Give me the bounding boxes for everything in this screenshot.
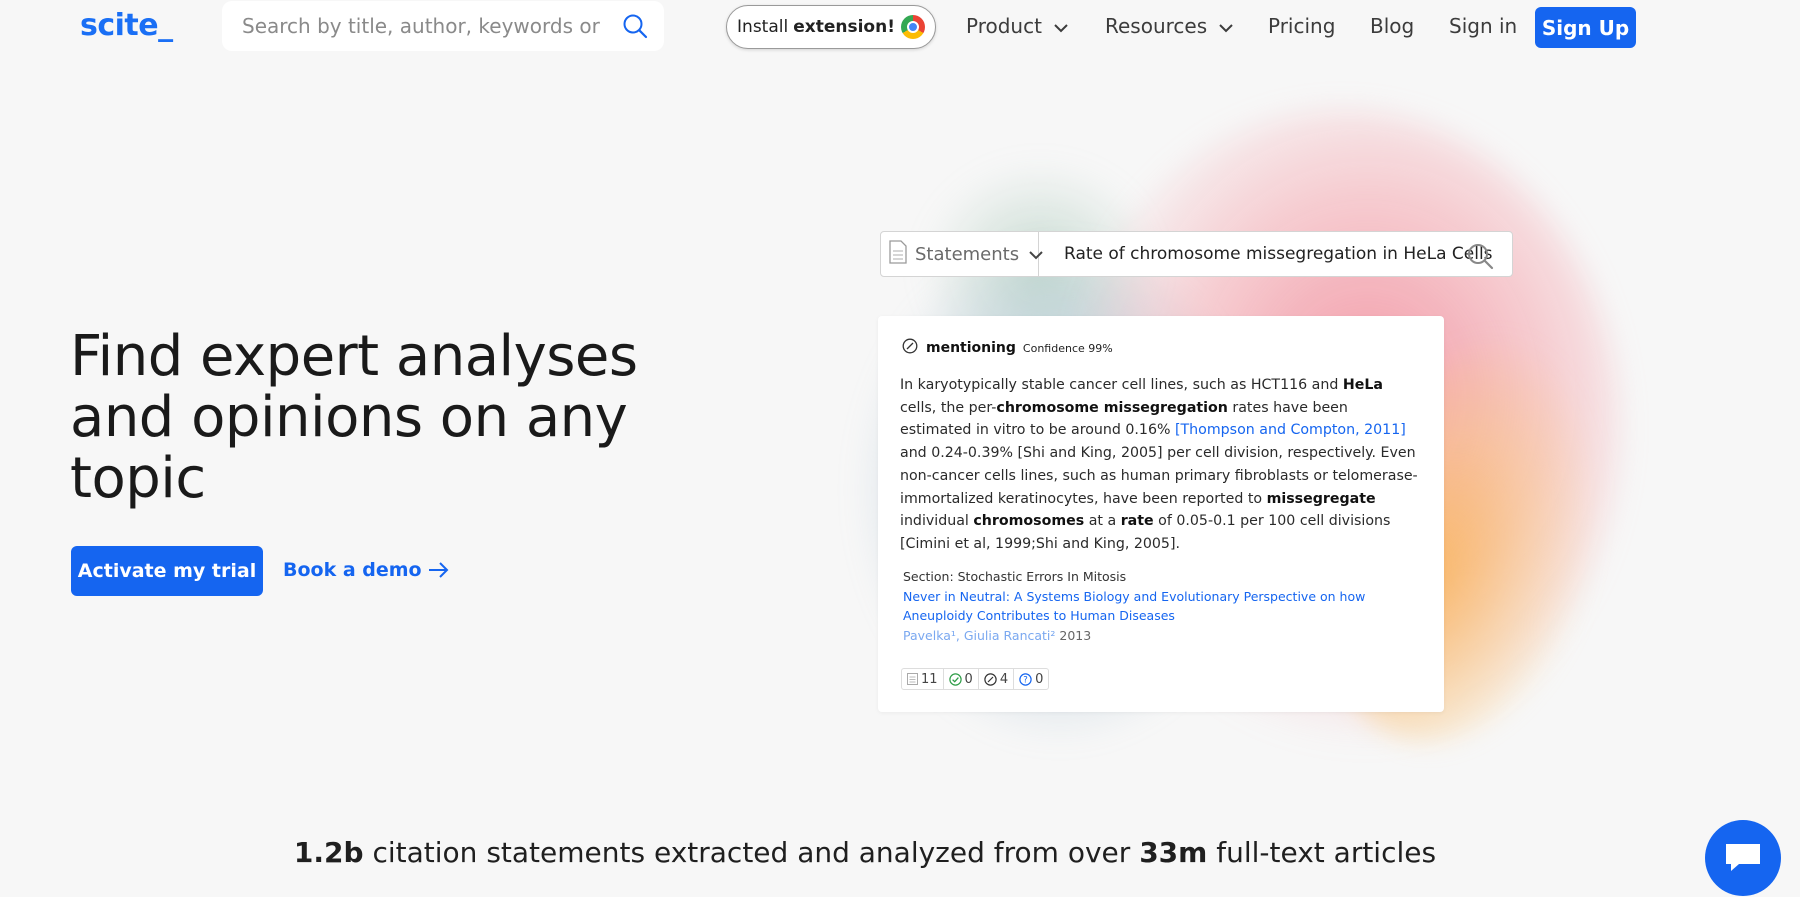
snippet-highlight: missegregate: [1266, 490, 1376, 507]
stats-text: full-text articles: [1207, 836, 1437, 869]
nav-signin-link[interactable]: Sign in: [1449, 14, 1517, 38]
stat-articles-count: 33m: [1139, 836, 1208, 869]
confidence-label: Confidence 99%: [1022, 341, 1113, 355]
snippet-highlight: chromosome missegregation: [996, 399, 1228, 416]
document-icon: [889, 239, 907, 269]
search-type-label: Statements: [915, 243, 1020, 265]
contrasting-value: 0: [1035, 671, 1044, 687]
search-icon[interactable]: [1466, 242, 1494, 274]
chat-button[interactable]: [1705, 820, 1781, 896]
install-label-bold: extension!: [793, 17, 895, 37]
snippet-text: individual: [900, 513, 974, 530]
mentioning-count[interactable]: 4: [979, 669, 1015, 689]
svg-text:?: ?: [1023, 675, 1028, 685]
chevron-down-icon: [1219, 14, 1233, 38]
mentioning-value: 4: [999, 671, 1009, 687]
arrow-right-icon: [428, 562, 449, 578]
chat-icon: [1726, 844, 1760, 871]
scite-logo[interactable]: scite_: [80, 8, 173, 43]
signup-button[interactable]: Sign Up: [1535, 7, 1636, 48]
question-circle-icon: ?: [1019, 672, 1032, 686]
nav-blog-link[interactable]: Blog: [1370, 14, 1414, 38]
check-circle-icon: [948, 672, 962, 686]
snippet-highlight: chromosomes: [973, 513, 1085, 530]
section-label: Section: Stochastic Errors In Mitosis: [903, 569, 1127, 584]
paper-authors: Pavelka¹, Giulia Rancati² 2013: [903, 628, 1091, 643]
nav-product-menu[interactable]: Product: [966, 14, 1068, 38]
chevron-down-icon: [1054, 14, 1068, 38]
stats-banner: 1.2b citation statements extracted and a…: [0, 836, 1730, 869]
paper-year: 2013: [1059, 628, 1092, 643]
book-demo-label: Book a demo: [283, 559, 422, 581]
stat-statements-count: 1.2b: [293, 836, 364, 869]
citation-statement-card: mentioning Confidence 99% In karyotypica…: [878, 316, 1444, 712]
book-demo-link[interactable]: Book a demo: [283, 559, 450, 581]
citation-tally: 11 0 4 ? 0: [901, 668, 1050, 690]
hero-title: Find expert analyses and opinions on any…: [70, 324, 638, 511]
snippet-citation-link[interactable]: [Thompson and Compton, 2011]: [1175, 422, 1406, 438]
document-icon: [907, 673, 918, 685]
activate-trial-button[interactable]: Activate my trial: [71, 546, 263, 596]
demo-search-bar[interactable]: Statements Rate of chromosome missegrega…: [880, 231, 1513, 277]
paper-title-link[interactable]: Never in Neutral: A Systems Biology and …: [903, 588, 1373, 625]
nav-search-box[interactable]: [222, 1, 664, 51]
card-header: mentioning Confidence 99%: [902, 338, 1113, 358]
search-type-select[interactable]: Statements: [881, 232, 1043, 276]
nav-resources-menu[interactable]: Resources: [1105, 14, 1233, 38]
demo-search-query[interactable]: Rate of chromosome missegregation in HeL…: [1039, 244, 1493, 264]
snippet-text: at a: [1084, 513, 1121, 530]
mentioning-icon: [902, 338, 918, 358]
publications-value: 11: [921, 671, 938, 687]
nav-resources-label: Resources: [1105, 14, 1208, 38]
snippet-text: In karyotypically stable cancer cell lin…: [900, 377, 1343, 393]
citation-snippet: In karyotypically stable cancer cell lin…: [900, 374, 1420, 556]
mentioning-icon: [984, 672, 997, 686]
nav-search-input[interactable]: [242, 14, 602, 38]
nav-product-label: Product: [966, 14, 1042, 38]
nav-pricing-link[interactable]: Pricing: [1268, 14, 1335, 38]
install-label: Install: [737, 17, 789, 37]
authors-link[interactable]: Pavelka¹, Giulia Rancati²: [903, 628, 1055, 643]
top-nav: scite_ Install extension! Product Resour…: [0, 0, 1800, 56]
install-extension-button[interactable]: Install extension!: [726, 5, 936, 49]
stats-text: citation statements extracted and analyz…: [363, 836, 1140, 869]
classification-label: mentioning: [926, 340, 1016, 356]
snippet-highlight: rate: [1120, 513, 1154, 530]
search-icon[interactable]: [622, 13, 648, 43]
contrasting-count[interactable]: ? 0: [1014, 669, 1048, 689]
snippet-text: cells, the per-: [900, 399, 997, 416]
snippet-highlight: HeLa: [1342, 377, 1384, 393]
supporting-count[interactable]: 0: [944, 669, 979, 689]
publications-count[interactable]: 11: [902, 669, 944, 689]
chrome-icon: [900, 15, 925, 39]
supporting-value: 0: [964, 671, 973, 687]
